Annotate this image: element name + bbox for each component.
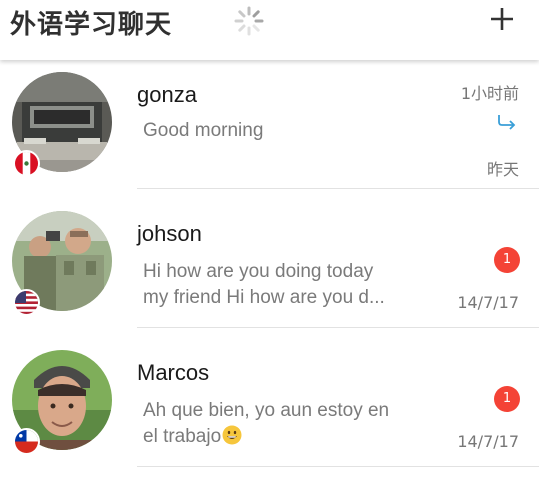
contact-name: gonza	[137, 82, 197, 107]
unread-badge: 1	[494, 386, 520, 412]
chat-item-gonza[interactable]: gonza Good morning 1小时前 昨天	[0, 62, 539, 201]
grinning-face-icon	[222, 425, 242, 445]
timestamp: 14/7/17	[457, 293, 519, 312]
flag-chile-icon	[13, 428, 40, 455]
timestamp-secondary: 昨天	[486, 160, 519, 179]
message-preview-text: el trabajo	[143, 426, 222, 447]
chat-item-marcos[interactable]: Marcos Ah que bien, yo aun estoy en el t…	[0, 340, 539, 479]
app-header: 外语学习聊天	[0, 0, 539, 60]
message-preview-line: Hi how are you doing today	[143, 261, 374, 282]
contact-name: Marcos	[137, 360, 210, 385]
message-preview-line-2: el trabajo	[143, 424, 423, 450]
flag-usa-icon	[13, 289, 40, 316]
flag-peru-icon	[13, 150, 40, 177]
contact-name: johson	[137, 221, 202, 246]
reply-arrow-icon	[498, 115, 516, 130]
unread-badge: 1	[494, 247, 520, 273]
app-title: 外语学习聊天	[10, 10, 173, 40]
timestamp: 14/7/17	[457, 432, 519, 451]
divider	[137, 466, 539, 467]
message-preview: Hi how are you doing today my friend Hi …	[143, 259, 423, 311]
add-button[interactable]	[482, 0, 522, 40]
message-preview: Ah que bien, yo aun estoy en el trabajo	[143, 398, 423, 450]
chat-item-johson[interactable]: johson Hi how are you doing today my fri…	[0, 201, 539, 340]
message-preview-line: my friend Hi how are you d...	[143, 287, 385, 308]
message-preview: Good morning	[143, 120, 264, 141]
divider	[137, 327, 539, 328]
divider	[137, 188, 539, 189]
spinner-icon	[234, 6, 264, 36]
message-preview-line: Ah que bien, yo aun estoy en	[143, 400, 390, 421]
timestamp: 1小时前	[460, 84, 519, 103]
